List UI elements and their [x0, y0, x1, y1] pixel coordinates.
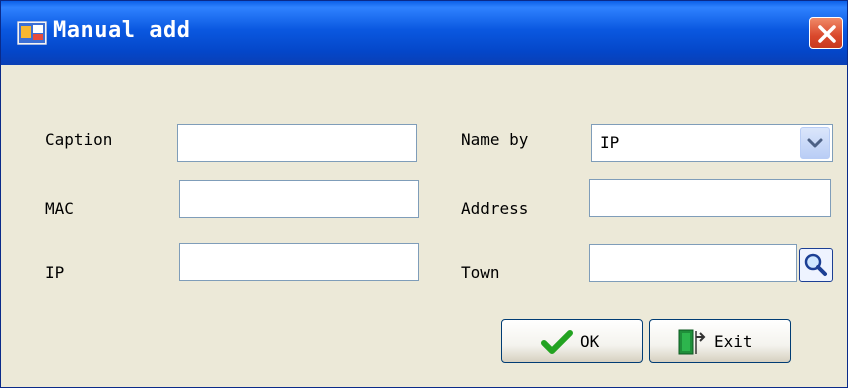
ip-label: IP — [45, 263, 65, 282]
caption-input[interactable] — [177, 124, 417, 162]
address-label: Address — [461, 199, 529, 218]
magnifier-icon — [804, 253, 827, 276]
checkmark-icon — [541, 330, 573, 354]
caption-label: Caption — [45, 130, 113, 149]
town-search-button[interactable] — [799, 248, 833, 282]
door-exit-icon — [678, 329, 706, 355]
mac-label: MAC — [45, 199, 74, 218]
ok-label: OK — [580, 332, 600, 351]
chevron-down-icon — [807, 138, 823, 148]
name-by-select[interactable]: IP — [591, 124, 833, 162]
name-by-value: IP — [600, 133, 620, 152]
town-label: Town — [461, 263, 500, 282]
ip-input[interactable] — [179, 243, 419, 281]
close-button[interactable] — [809, 17, 843, 49]
ok-button[interactable]: OK — [501, 319, 643, 363]
mac-input[interactable] — [179, 180, 419, 218]
window-title: Manual add — [53, 18, 191, 43]
app-icon — [16, 20, 48, 46]
name-by-label: Name by — [461, 130, 529, 149]
exit-label: Exit — [714, 332, 753, 351]
dropdown-arrow[interactable] — [800, 127, 830, 159]
exit-button[interactable]: Exit — [649, 319, 791, 363]
address-input[interactable] — [589, 179, 831, 217]
town-input[interactable] — [589, 244, 797, 282]
manual-add-dialog: Manual add Caption MAC IP Name by IP Add… — [0, 0, 848, 388]
close-icon — [818, 25, 836, 43]
title-bar[interactable]: Manual add — [1, 1, 847, 65]
